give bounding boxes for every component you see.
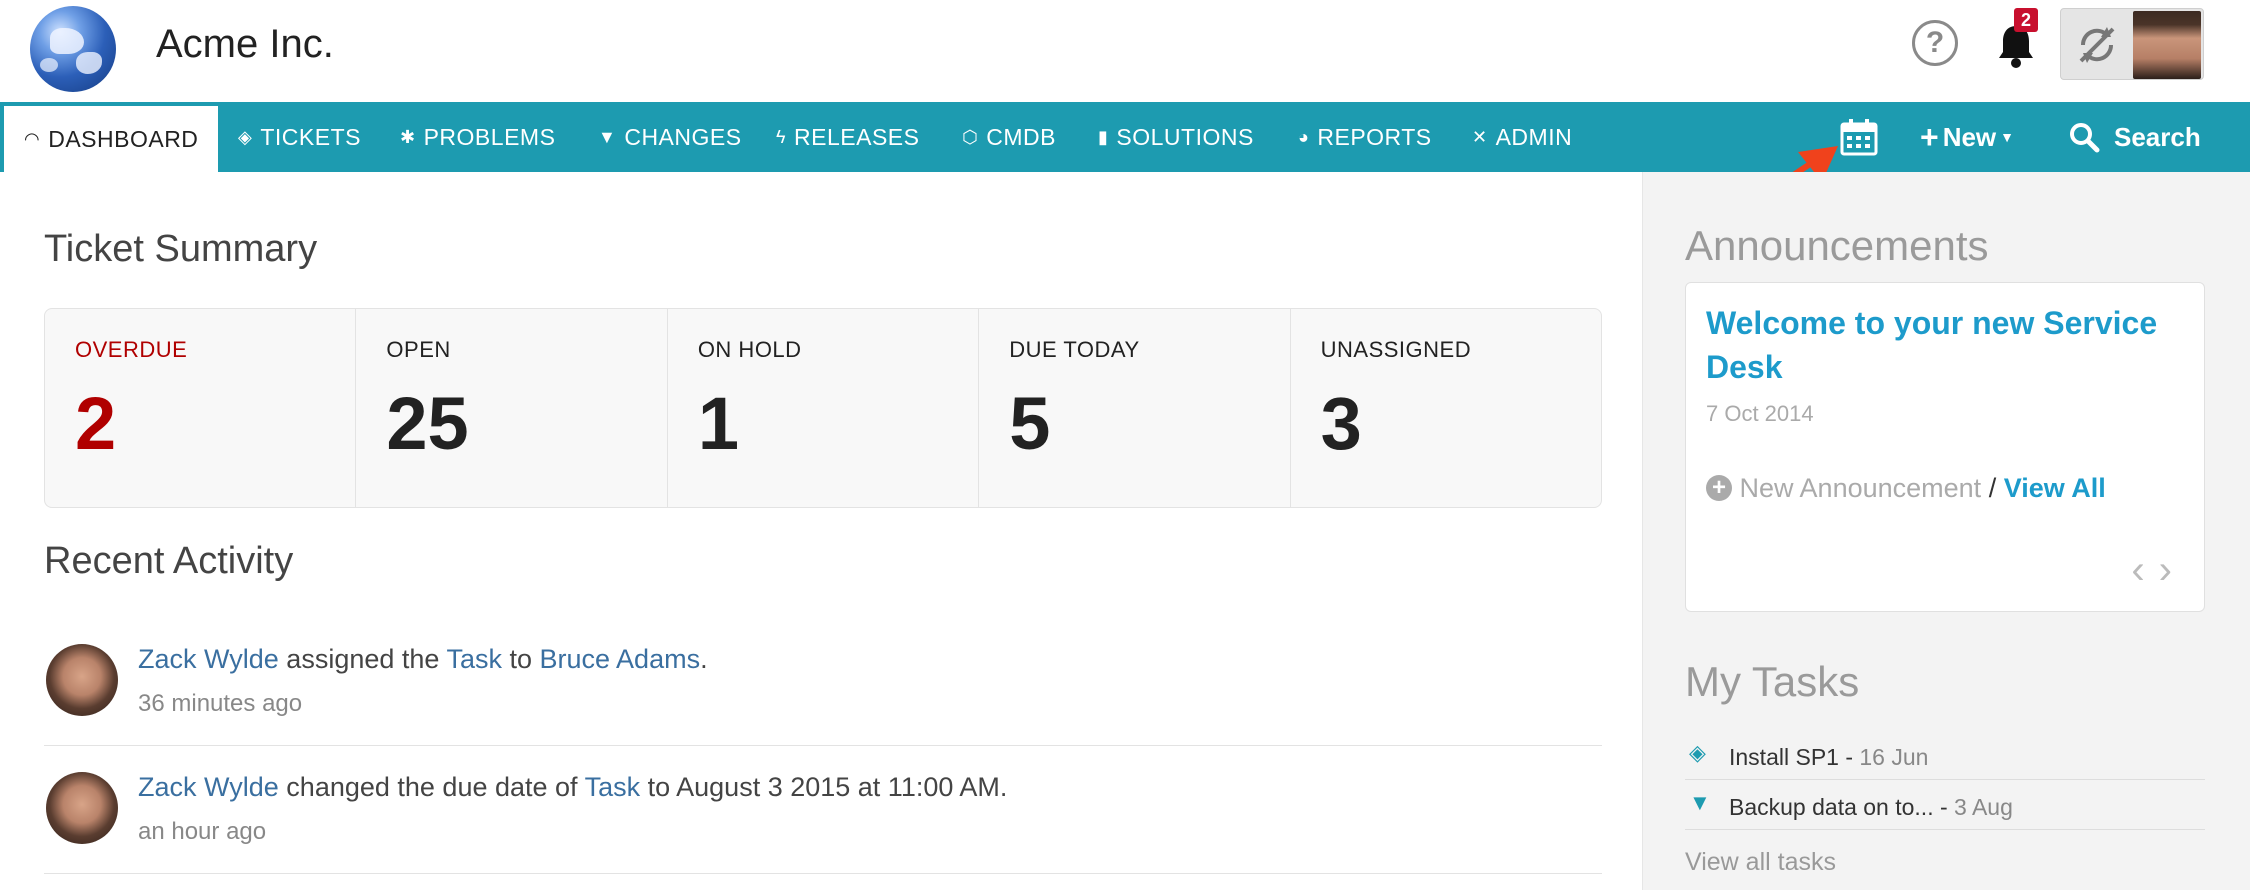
- company-name: Acme Inc.: [156, 22, 334, 66]
- book-icon: ▮: [1098, 126, 1109, 147]
- user-avatar: [2133, 11, 2201, 79]
- summary-overdue[interactable]: OVERDUE 2: [45, 309, 357, 507]
- plus-icon: +: [1920, 118, 1939, 155]
- nav-solutions[interactable]: ▮ SOLUTIONS: [1098, 102, 1254, 172]
- chevron-right-icon[interactable]: ›: [2159, 548, 2186, 592]
- activity-avatar: [46, 644, 118, 716]
- nav-problems[interactable]: ✱ PROBLEMS: [400, 102, 555, 172]
- notification-count-badge: 2: [2014, 8, 2038, 32]
- activity-user-link[interactable]: Zack Wylde: [138, 772, 279, 802]
- activity-avatar: [46, 772, 118, 844]
- activity-item: Zack Wylde changed the due date of Task …: [44, 746, 1602, 874]
- new-announcement-link[interactable]: + New Announcement: [1706, 473, 1989, 503]
- app-header: Acme Inc. ? 2: [0, 0, 2250, 102]
- recent-activity-title: Recent Activity: [44, 540, 294, 582]
- activity-item: Zack Wylde assigned the Task to Bruce Ad…: [44, 618, 1602, 746]
- plus-circle-icon: +: [1706, 475, 1732, 501]
- ticket-icon: ◈: [1689, 740, 1706, 765]
- main-nav: ◠ DASHBOARD ◈ TICKETS ✱ PROBLEMS ▼ CHANG…: [0, 102, 2250, 172]
- view-all-tasks-link[interactable]: View all tasks: [1685, 848, 1836, 877]
- announcement-pager: ‹›: [2131, 548, 2186, 593]
- summary-due-today[interactable]: DUE TODAY 5: [979, 309, 1291, 507]
- nav-releases[interactable]: ϟ RELEASES: [776, 102, 919, 172]
- right-sidebar: Announcements Welcome to your new Servic…: [1642, 172, 2250, 890]
- bolt-icon: ϟ: [776, 126, 787, 147]
- announcements-title: Announcements: [1685, 222, 1989, 269]
- shield-icon: ▼: [598, 126, 617, 147]
- tools-icon: ✕: [1472, 126, 1488, 147]
- activity-time: 36 minutes ago: [138, 690, 303, 717]
- activity-target-link[interactable]: Bruce Adams: [540, 644, 701, 674]
- chevron-left-icon[interactable]: ‹: [2131, 548, 2158, 592]
- nav-reports[interactable]: ◕ REPORTS: [1298, 102, 1432, 172]
- activity-text: Zack Wylde assigned the Task to Bruce Ad…: [138, 644, 708, 674]
- announcement-date: 7 Oct 2014: [1706, 401, 1814, 426]
- activity-text: Zack Wylde changed the due date of Task …: [138, 772, 1008, 802]
- activity-time: an hour ago: [138, 818, 267, 845]
- task-item[interactable]: ◈ Install SP1 - 16 Jun: [1685, 732, 2205, 780]
- bug-icon: ✱: [400, 126, 416, 147]
- activity-user-link[interactable]: Zack Wylde: [138, 644, 279, 674]
- activity-object-link[interactable]: Task: [446, 644, 502, 674]
- caret-down-icon: ▼: [2000, 129, 2015, 145]
- summary-open[interactable]: OPEN 25: [356, 309, 668, 507]
- cube-icon: ⬡: [962, 126, 979, 147]
- nav-tickets[interactable]: ◈ TICKETS: [238, 102, 361, 172]
- summary-unassigned[interactable]: UNASSIGNED 3: [1291, 309, 1601, 507]
- nav-dashboard[interactable]: ◠ DASHBOARD: [4, 106, 219, 172]
- announcement-card: Welcome to your new Service Desk 7 Oct 2…: [1685, 282, 2205, 612]
- user-menu[interactable]: [2060, 8, 2204, 80]
- ticket-summary-title: Ticket Summary: [44, 228, 318, 270]
- sync-disabled-icon: [2079, 27, 2115, 63]
- view-all-announcements-link[interactable]: View All: [2004, 473, 2106, 503]
- shield-icon: ▼: [1689, 790, 1711, 815]
- pie-icon: ◕: [1298, 126, 1310, 147]
- question-circle-icon[interactable]: ?: [1912, 20, 1958, 66]
- nav-cmdb[interactable]: ⬡ CMDB: [962, 102, 1056, 172]
- ticket-icon: ◈: [238, 126, 253, 147]
- ticket-summary-panel: OVERDUE 2 OPEN 25 ON HOLD 1 DUE TODAY 5 …: [44, 308, 1602, 508]
- my-tasks-title: My Tasks: [1685, 658, 1860, 705]
- gauge-icon: ◠: [24, 128, 41, 149]
- search-button[interactable]: Search: [2068, 102, 2201, 172]
- nav-changes[interactable]: ▼ CHANGES: [598, 102, 742, 172]
- search-icon: [2070, 123, 2100, 153]
- announcement-heading-link[interactable]: Welcome to your new Service Desk: [1706, 301, 2176, 389]
- globe-logo-icon[interactable]: [30, 6, 116, 92]
- new-dropdown-button[interactable]: + New ▼: [1920, 102, 2014, 172]
- summary-on-hold[interactable]: ON HOLD 1: [668, 309, 980, 507]
- notifications-button[interactable]: 2: [1994, 8, 2040, 70]
- announcement-actions: + New Announcement / View All: [1706, 473, 2106, 504]
- task-item[interactable]: ▼ Backup data on to... - 3 Aug: [1685, 782, 2205, 830]
- activity-object-link[interactable]: Task: [585, 772, 641, 802]
- nav-admin[interactable]: ✕ ADMIN: [1472, 102, 1572, 172]
